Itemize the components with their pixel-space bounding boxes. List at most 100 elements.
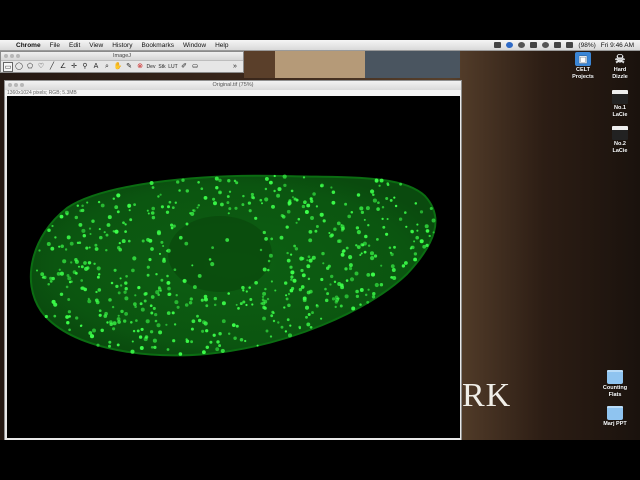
- desktop-icon[interactable]: Marj PPT: [595, 406, 635, 428]
- fluorescent-spot: [69, 241, 74, 246]
- fluorescent-spot: [355, 289, 359, 294]
- fluorescent-spot: [337, 297, 340, 300]
- more-tools-icon[interactable]: »: [230, 62, 240, 72]
- minimize-window-button[interactable]: [10, 53, 14, 58]
- fluorescent-spot: [369, 251, 375, 256]
- fluorescent-spot: [108, 340, 112, 344]
- brush-tool-icon[interactable]: ✐: [179, 62, 189, 72]
- polygon-selection-icon[interactable]: ⬠: [25, 62, 35, 72]
- screen-record-icon[interactable]: [494, 42, 502, 48]
- straight-line-icon[interactable]: ╱: [47, 62, 57, 72]
- fluorescent-spot: [43, 275, 47, 280]
- fluorescent-spot: [372, 193, 375, 196]
- wifi-icon[interactable]: [554, 42, 562, 48]
- menu-clock[interactable]: Fri 9:46 AM: [601, 42, 634, 49]
- menu-view[interactable]: View: [89, 42, 103, 49]
- menu-window[interactable]: Window: [183, 42, 206, 49]
- fluorescent-spot: [116, 317, 121, 321]
- fluorescent-spot: [314, 229, 318, 233]
- fluorescent-spot: [116, 210, 120, 214]
- menu-bookmarks[interactable]: Bookmarks: [141, 42, 174, 49]
- fluorescent-spot: [365, 206, 370, 211]
- desktop-icon[interactable]: No.1 LaCie: [600, 90, 640, 118]
- fluorescent-spot: [425, 229, 430, 233]
- fluorescent-spot: [89, 232, 92, 236]
- fluorescent-spot: [283, 306, 286, 309]
- fluorescent-spot: [81, 204, 84, 207]
- fluorescent-spot: [285, 297, 289, 301]
- fluorescent-spot: [355, 226, 360, 230]
- fluorescent-spot: [173, 323, 177, 326]
- zoom-window-button[interactable]: [20, 82, 24, 87]
- stk-tool-icon[interactable]: Stk: [157, 62, 167, 72]
- fluorescent-spot: [185, 189, 189, 193]
- desktop-icon[interactable]: ▣ CELT Projects: [563, 52, 603, 80]
- fluorescent-spot: [196, 314, 199, 318]
- fluorescent-spot: [367, 244, 371, 247]
- menu-app-chrome[interactable]: Chrome: [16, 42, 41, 49]
- desktop-icon[interactable]: No.2 LaCie: [600, 126, 640, 154]
- fluorescent-spot: [221, 319, 226, 324]
- fluorescent-spot: [67, 276, 72, 281]
- imagej-titlebar[interactable]: ImageJ: [1, 52, 243, 61]
- flood-fill-icon[interactable]: ⛀: [190, 62, 200, 72]
- fluorescent-spot: [306, 290, 311, 295]
- close-window-button[interactable]: [8, 82, 12, 87]
- fluorescent-spot: [413, 252, 418, 256]
- fluorescent-spot: [139, 302, 143, 306]
- stop-icon[interactable]: ⊗: [135, 62, 145, 72]
- fluorescent-spot: [274, 289, 277, 292]
- minimize-window-button[interactable]: [14, 82, 18, 87]
- close-window-button[interactable]: [4, 53, 8, 58]
- battery-status[interactable]: (98%): [578, 42, 595, 49]
- fluorescent-spot: [347, 214, 352, 219]
- menu-history[interactable]: History: [112, 42, 132, 49]
- fluorescent-spot: [81, 228, 86, 233]
- dropper-tool-icon[interactable]: ✎: [124, 62, 134, 72]
- fluorescent-spot: [136, 329, 140, 333]
- fluorescent-spot: [380, 264, 383, 267]
- zoom-window-button[interactable]: [16, 53, 20, 58]
- menu-help[interactable]: Help: [215, 42, 228, 49]
- fluorescent-spot: [88, 227, 92, 230]
- fluorescent-spot: [245, 290, 248, 293]
- fluorescent-spot: [344, 202, 348, 206]
- desktop-icon[interactable]: ☠ Hard Dizzle: [600, 52, 640, 80]
- fluorescent-spot: [337, 282, 342, 286]
- fluorescent-spot: [159, 289, 162, 292]
- fluorescent-spot: [202, 350, 206, 355]
- fluorescent-spot: [117, 314, 120, 317]
- image-canvas[interactable]: [7, 96, 460, 438]
- freehand-selection-icon[interactable]: ♡: [36, 62, 46, 72]
- fluorescent-spot: [56, 272, 61, 276]
- fluorescent-spot: [127, 239, 131, 243]
- text-tool-icon[interactable]: A: [91, 62, 101, 72]
- fluorescent-spot: [297, 217, 301, 221]
- fluorescent-spot: [344, 294, 349, 299]
- dropbox-icon[interactable]: [518, 42, 526, 48]
- menu-edit[interactable]: Edit: [69, 42, 80, 49]
- fluorescent-spot: [260, 302, 263, 305]
- angle-tool-icon[interactable]: ∠: [58, 62, 68, 72]
- lut-tool-icon[interactable]: LUT: [168, 62, 178, 72]
- rectangle-selection-icon[interactable]: ▭: [3, 62, 13, 72]
- wand-tool-icon[interactable]: ⚲: [80, 62, 90, 72]
- hand-tool-icon[interactable]: ✋: [113, 62, 123, 72]
- top-letterbox: [0, 0, 640, 40]
- sync-icon[interactable]: [530, 42, 538, 48]
- volume-icon[interactable]: [566, 42, 574, 48]
- menu-file[interactable]: File: [50, 42, 60, 49]
- fluorescent-spot: [158, 330, 163, 335]
- desktop-icon[interactable]: Counting Flats: [595, 370, 635, 398]
- point-tool-icon[interactable]: ✛: [69, 62, 79, 72]
- fluorescent-spot: [351, 306, 356, 311]
- image-window-titlebar[interactable]: Original.tif (75%): [5, 81, 461, 90]
- magnifying-glass-icon[interactable]: ⌕: [102, 62, 112, 72]
- fluorescent-spot: [134, 294, 137, 297]
- fluorescent-spot: [287, 303, 291, 308]
- timemachine-icon[interactable]: [542, 42, 550, 48]
- oval-selection-icon[interactable]: ◯: [14, 62, 24, 72]
- fluorescent-spot: [114, 205, 119, 210]
- dev-tool-icon[interactable]: Dev: [146, 62, 156, 72]
- twitter-icon[interactable]: [506, 42, 514, 48]
